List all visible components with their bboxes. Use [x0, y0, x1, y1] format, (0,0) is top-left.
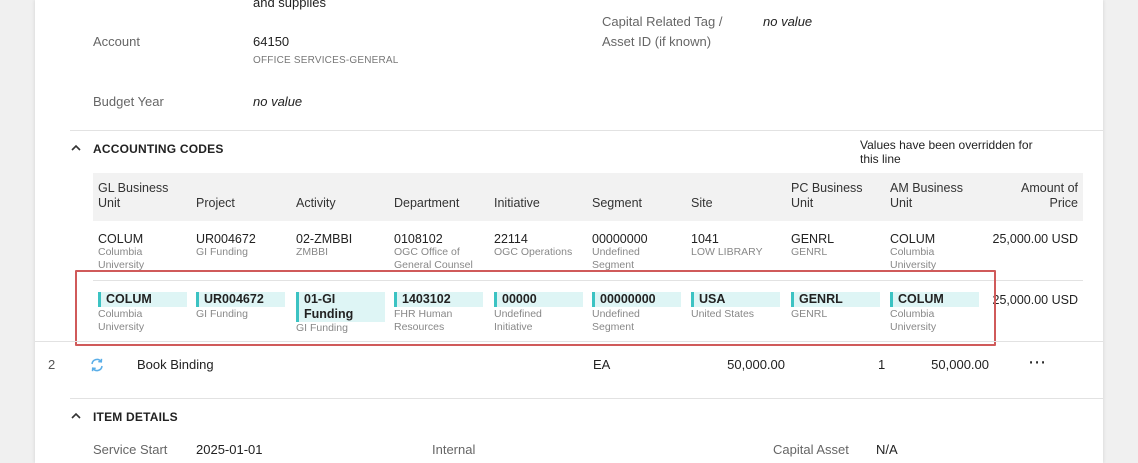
header-segment: Segment	[592, 196, 643, 210]
capital-tag-value: no value	[763, 14, 813, 29]
override-amount-cell: 25,000.00 USD	[992, 293, 1078, 307]
capital-tag-label-2: Asset ID (if known)	[602, 34, 712, 49]
default-am-cell: COLUM Columbia University	[890, 232, 937, 271]
default-activity-cell: 02-ZMBBI ZMBBI	[296, 232, 353, 258]
divider	[70, 398, 1103, 399]
accounting-codes-title[interactable]: ACCOUNTING CODES	[93, 142, 224, 156]
capital-asset-value: N/A	[876, 442, 898, 457]
default-project-cell: UR004672 GI Funding	[196, 232, 256, 258]
internal-label: Internal	[432, 442, 476, 457]
budget-year-value: no value	[253, 94, 303, 109]
sync-icon[interactable]	[89, 357, 105, 373]
default-segment-cell: 00000000 Undefined Segment	[592, 232, 648, 271]
override-note: Values have been overridden for this lin…	[860, 138, 1033, 166]
header-department: Department	[394, 196, 460, 210]
default-initiative-cell: 22114 OGC Operations	[494, 232, 573, 258]
header-pc-business-unit: PC Business Unit	[791, 181, 863, 210]
header-project: Project	[196, 196, 235, 210]
budget-year-label: Budget Year	[93, 94, 164, 109]
override-highlight-frame	[75, 270, 996, 346]
description-tail: and supplies	[253, 0, 326, 10]
service-start-label: Service Start	[93, 442, 168, 457]
chevron-up-icon[interactable]	[69, 409, 83, 423]
line-description[interactable]: Book Binding	[137, 357, 214, 372]
header-am-business-unit: AM Business Unit	[890, 181, 963, 210]
default-amount-cell: 25,000.00 USD	[992, 232, 1078, 246]
header-initiative: Initiative	[494, 196, 540, 210]
account-sub: OFFICE SERVICES-GENERAL	[253, 55, 399, 66]
line-number: 2	[48, 357, 56, 372]
default-pc-cell: GENRL GENRL	[791, 232, 835, 258]
account-label: Account	[93, 34, 140, 49]
line-quantity: 1	[878, 357, 886, 372]
item-details-title[interactable]: ITEM DETAILS	[93, 410, 178, 424]
line-detail-card: and supplies Account 64150 OFFICE SERVIC…	[35, 0, 1103, 463]
header-site: Site	[691, 196, 713, 210]
header-amount-of-price: Amount of Price	[1021, 181, 1078, 210]
header-gl-business-unit: GL Business Unit	[98, 181, 169, 210]
divider	[70, 130, 1103, 131]
line-unit-price: 50,000.00	[727, 357, 785, 372]
default-department-cell: 0108102 OGC Office of General Counsel	[394, 232, 473, 271]
header-activity: Activity	[296, 196, 336, 210]
chevron-up-icon[interactable]	[69, 141, 83, 155]
line-uom: EA	[593, 357, 611, 372]
account-value: 64150	[253, 34, 290, 49]
divider	[35, 341, 1103, 342]
more-options-icon[interactable]: ⋯	[1028, 352, 1047, 373]
capital-asset-label: Capital Asset	[773, 442, 849, 457]
service-start-value: 2025-01-01	[196, 442, 263, 457]
line-total: 50,000.00	[931, 357, 989, 372]
default-site-cell: 1041 LOW LIBRARY	[691, 232, 763, 258]
capital-tag-label-1: Capital Related Tag /	[602, 14, 723, 29]
default-gl-cell: COLUM Columbia University	[98, 232, 145, 271]
